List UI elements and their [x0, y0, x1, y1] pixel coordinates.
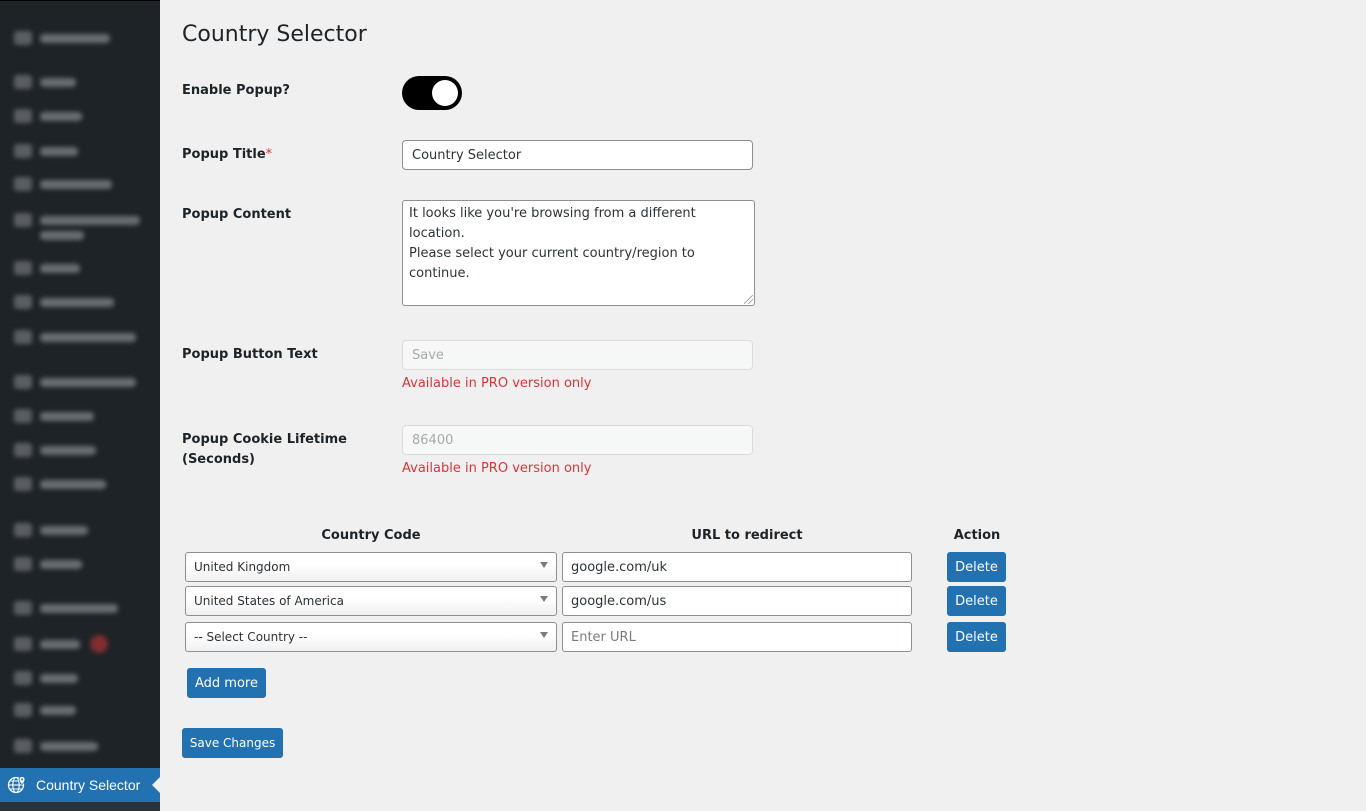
popup-title-input[interactable]: Country Selector [402, 140, 753, 170]
delete-button[interactable]: Delete [947, 622, 1006, 652]
sidebar-item-blurred[interactable] [14, 373, 136, 391]
country-select[interactable]: United States of America [185, 586, 557, 616]
select-value: United Kingdom [194, 560, 291, 574]
sidebar-item-blurred[interactable] [14, 701, 76, 719]
popup-content-line: It looks like you're browsing from a dif… [409, 206, 696, 241]
popup-cookie-lifetime-label: Popup Cookie Lifetime (Seconds) [182, 432, 347, 467]
pro-only-note: Available in PRO version only [402, 376, 592, 391]
sidebar-item-blurred[interactable] [14, 669, 78, 687]
sidebar-item-blurred[interactable] [14, 226, 84, 244]
country-select[interactable]: United Kingdom [185, 552, 557, 582]
save-changes-button[interactable]: Save Changes [182, 728, 283, 758]
sidebar-item-blurred[interactable] [14, 737, 98, 755]
sidebar-item-blurred[interactable] [14, 259, 80, 277]
sidebar-item-country-selector[interactable]: Country Selector [0, 768, 160, 802]
sidebar-item-blurred[interactable] [14, 29, 110, 47]
sidebar-item-blurred[interactable] [14, 555, 82, 573]
popup-title-value: Country Selector [412, 147, 522, 163]
toggle-knob [432, 80, 458, 106]
pro-only-note: Available in PRO version only [402, 461, 592, 476]
select-value: -- Select Country -- [194, 630, 308, 644]
sidebar-item-blurred[interactable] [14, 175, 112, 193]
url-value: google.com/us [571, 593, 667, 609]
chevron-down-icon [540, 562, 548, 568]
sidebar-item-blurred[interactable] [14, 599, 118, 617]
redirect-url-input[interactable]: google.com/uk [562, 552, 912, 582]
sidebar-item-blurred[interactable] [14, 475, 106, 493]
sidebar-item-blurred[interactable] [14, 441, 96, 459]
enable-popup-toggle[interactable] [402, 76, 462, 110]
sidebar-item-blurred[interactable] [14, 328, 136, 346]
url-value: google.com/uk [571, 559, 668, 575]
delete-button[interactable]: Delete [947, 552, 1006, 582]
input-placeholder: 86400 [412, 432, 454, 448]
popup-cookie-lifetime-input: 86400 [402, 425, 753, 455]
delete-button[interactable]: Delete [947, 586, 1006, 616]
sidebar-item-blurred[interactable] [14, 293, 114, 311]
chevron-down-icon [540, 596, 548, 602]
redirect-url-input[interactable]: google.com/us [562, 586, 912, 616]
popup-content-textarea[interactable]: It looks like you're browsing from a dif… [402, 200, 755, 306]
column-header-country-code: Country Code [321, 528, 421, 543]
popup-button-text-input: Save [402, 340, 753, 370]
settings-page: Country Selector Enable Popup? Popup Tit… [182, 0, 1352, 811]
resize-handle-icon[interactable] [744, 295, 753, 304]
chevron-down-icon [540, 632, 548, 638]
popup-content-line: Please select your current country/regio… [409, 246, 695, 281]
enable-popup-label: Enable Popup? [182, 83, 290, 98]
page-title: Country Selector [182, 22, 367, 47]
globe-pin-icon [7, 776, 26, 794]
country-select[interactable]: -- Select Country -- [185, 622, 557, 652]
redirect-url-input[interactable]: Enter URL [562, 622, 912, 652]
sidebar-item-blurred[interactable] [14, 73, 76, 91]
sidebar-item-blurred[interactable] [14, 142, 78, 160]
sidebar-item-blurred[interactable] [14, 635, 108, 653]
popup-title-label: Popup Title* [182, 147, 273, 162]
sidebar-item-blurred[interactable] [14, 407, 94, 425]
sidebar-item-blurred[interactable] [14, 107, 82, 125]
select-value: United States of America [194, 594, 344, 608]
current-menu-arrow [152, 777, 160, 793]
url-placeholder: Enter URL [571, 629, 636, 645]
add-more-button[interactable]: Add more [187, 668, 266, 698]
column-header-action: Action [953, 528, 1001, 543]
popup-content-label: Popup Content [182, 207, 292, 222]
admin-sidebar: Country Selector [0, 0, 160, 811]
column-header-url: URL to redirect [691, 528, 803, 543]
sidebar-item-blurred[interactable] [14, 521, 88, 539]
popup-button-text-label: Popup Button Text [182, 347, 318, 362]
sidebar-divider [0, 802, 160, 811]
input-placeholder: Save [412, 347, 444, 363]
required-asterisk: * [265, 147, 273, 162]
sidebar-item-label: Country Selector [36, 777, 141, 793]
